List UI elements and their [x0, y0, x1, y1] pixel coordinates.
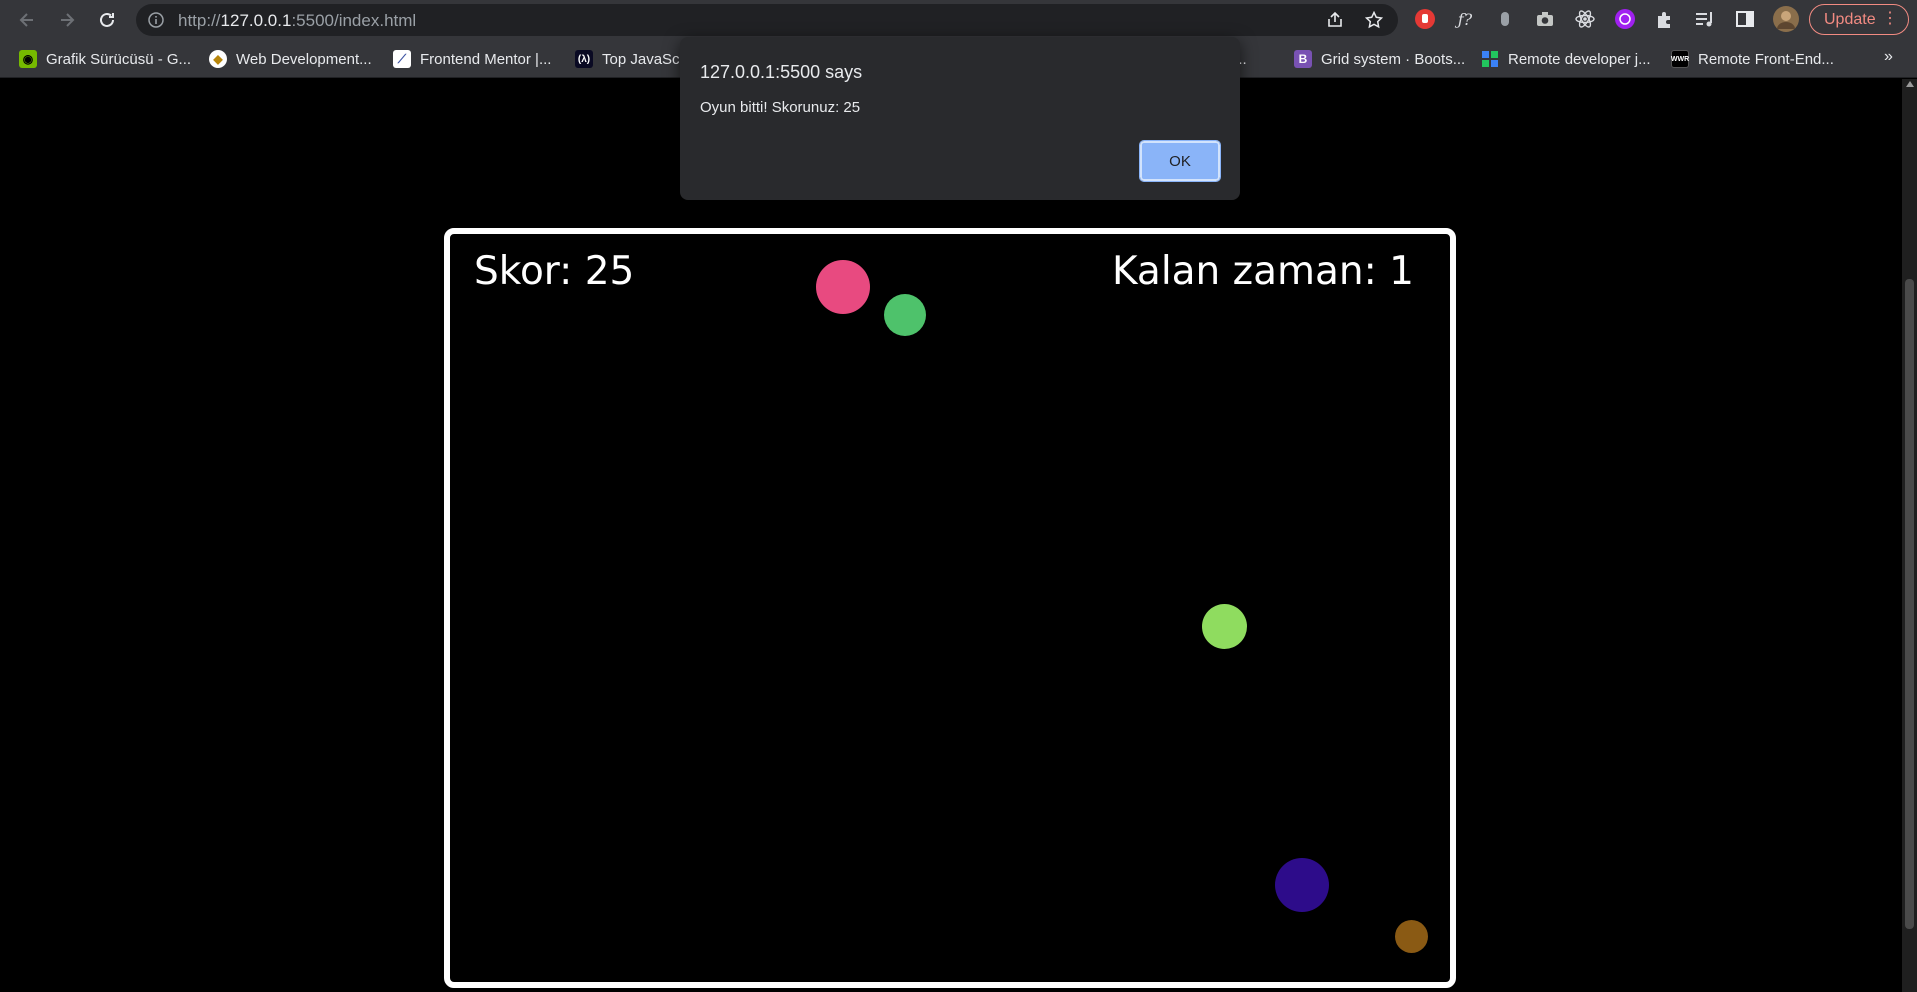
menu-kebab-icon[interactable]: ⋮: [1882, 10, 1898, 28]
bookmark-label: Top JavaScr: [602, 50, 685, 68]
bookmark-item[interactable]: Remote developer j...: [1481, 49, 1651, 69]
media-queue-icon[interactable]: [1694, 8, 1716, 30]
bookmark-label: Grafik Sürücüsü - G...: [46, 50, 192, 68]
time-remaining-display: Kalan zaman: 1: [1112, 249, 1414, 294]
bookmark-item[interactable]: ◆ Web Development...: [209, 49, 372, 69]
bookmark-item[interactable]: (λ) Top JavaScr: [575, 49, 685, 69]
url-scheme: http://: [178, 11, 221, 30]
freecodecamp-icon: (λ): [575, 50, 593, 68]
mouse-ext-icon[interactable]: [1494, 8, 1516, 30]
bookmark-item[interactable]: ⟋ Frontend Mentor |...: [393, 49, 551, 69]
update-label: Update: [1824, 10, 1876, 28]
target-ball[interactable]: [1275, 858, 1329, 912]
adblock-icon[interactable]: [1414, 8, 1436, 30]
target-ball[interactable]: [884, 294, 926, 336]
graphql-ext-icon[interactable]: [1614, 8, 1636, 30]
font-ext-icon[interactable]: ƒ?: [1454, 8, 1476, 30]
update-button[interactable]: Update ⋮: [1809, 4, 1909, 35]
site-info-icon[interactable]: [148, 12, 164, 28]
vertical-scrollbar[interactable]: [1902, 79, 1917, 992]
bookmark-label: Frontend Mentor |...: [420, 50, 552, 68]
alert-dialog: 127.0.0.1:5500 says Oyun bitti! Skorunuz…: [680, 37, 1240, 200]
share-icon[interactable]: [1326, 11, 1344, 29]
dialog-message: Oyun bitti! Skorunuz: 25: [700, 99, 861, 116]
url-path: :5500/index.html: [291, 11, 417, 30]
react-devtools-icon[interactable]: [1574, 8, 1596, 30]
bookmark-star-icon[interactable]: [1365, 11, 1383, 29]
scrollbar-thumb[interactable]: [1905, 279, 1914, 929]
bootstrap-icon: B: [1294, 50, 1312, 68]
browser-window: http://127.0.0.1:5500/index.html ƒ? Upda…: [0, 0, 1917, 992]
nvidia-icon: ◉: [19, 50, 37, 68]
scroll-up-arrow-icon[interactable]: [1906, 81, 1914, 87]
address-bar[interactable]: http://127.0.0.1:5500/index.html: [136, 4, 1398, 36]
bookmarks-overflow-icon[interactable]: »: [1884, 48, 1893, 66]
target-ball[interactable]: [1395, 920, 1428, 953]
profile-avatar[interactable]: [1772, 5, 1800, 33]
game-board[interactable]: Skor: 25 Kalan zaman: 1: [444, 228, 1456, 988]
bookmark-item[interactable]: ◉ Grafik Sürücüsü - G...: [19, 49, 191, 69]
ok-button[interactable]: OK: [1139, 140, 1221, 182]
bookmark-label: Remote Front-End...: [1698, 50, 1834, 68]
score-display: Skor: 25: [474, 249, 635, 294]
back-icon[interactable]: [12, 5, 42, 35]
remote-icon: [1481, 50, 1499, 68]
bookmark-item[interactable]: B Grid system · Boots...: [1294, 49, 1465, 69]
wwr-icon: WWR: [1671, 50, 1689, 68]
extensions-puzzle-icon[interactable]: [1654, 8, 1676, 30]
url-host: 127.0.0.1: [220, 11, 292, 30]
bookmark-label: Grid system · Boots...: [1321, 50, 1466, 68]
target-ball[interactable]: [1202, 604, 1247, 649]
frontend-mentor-icon: ⟋: [393, 50, 411, 68]
reload-icon[interactable]: [92, 5, 122, 35]
target-ball[interactable]: [816, 260, 870, 314]
camera-icon[interactable]: [1534, 8, 1556, 30]
url-text[interactable]: http://127.0.0.1:5500/index.html: [178, 11, 416, 31]
bookmark-label: Web Development...: [236, 50, 372, 68]
web-dev-icon: ◆: [209, 50, 227, 68]
side-panel-icon[interactable]: [1734, 8, 1756, 30]
browser-toolbar: http://127.0.0.1:5500/index.html ƒ? Upda…: [0, 0, 1917, 40]
bookmark-item[interactable]: WWR Remote Front-End...: [1671, 49, 1834, 69]
bookmark-label: Remote developer j...: [1508, 50, 1651, 68]
forward-icon[interactable]: [52, 5, 82, 35]
dialog-title: 127.0.0.1:5500 says: [700, 62, 863, 82]
